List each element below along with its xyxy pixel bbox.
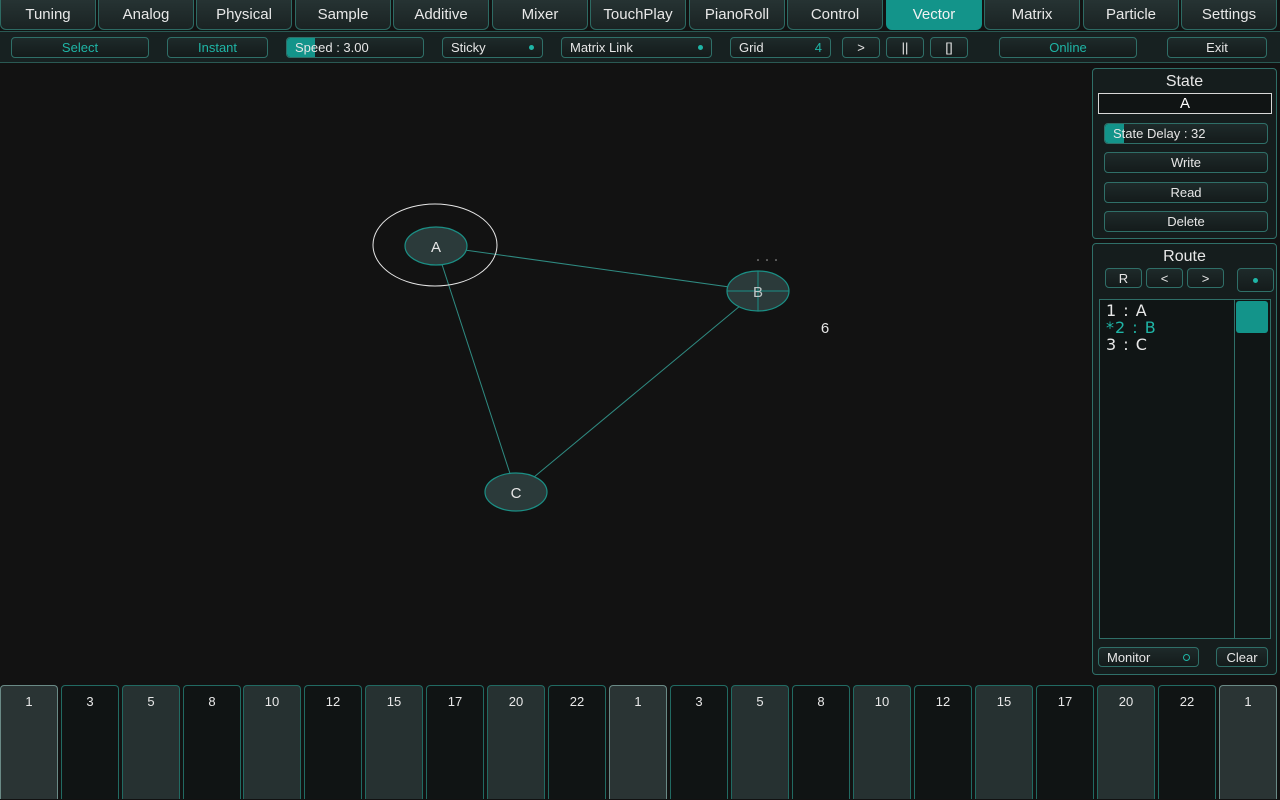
node-b-label: B [753, 284, 763, 301]
current-state-field[interactable]: A [1098, 93, 1272, 114]
route-loop-indicator-icon [1253, 278, 1258, 283]
ellipsis-icon [757, 259, 777, 261]
monitor-indicator-icon [1183, 654, 1190, 661]
sticky-indicator-icon [529, 45, 534, 50]
key[interactable]: 17 [426, 685, 484, 799]
key[interactable]: 20 [1097, 685, 1155, 799]
tab-control[interactable]: Control [787, 0, 883, 30]
key[interactable]: 5 [731, 685, 789, 799]
keyboard: 1 3 5 8 10 12 15 17 20 22 1 3 5 8 10 12 … [0, 684, 1280, 800]
read-button[interactable]: Read [1104, 182, 1268, 203]
key[interactable]: 8 [183, 685, 241, 799]
key[interactable]: 3 [61, 685, 119, 799]
mode-tab-bar: Tuning Analog Physical Sample Additive M… [0, 0, 1280, 30]
key[interactable]: 1 [0, 685, 58, 799]
write-button[interactable]: Write [1104, 152, 1268, 173]
state-delay-slider[interactable]: State Delay : 32 [1104, 123, 1268, 144]
vector-canvas[interactable]: A B C 6 [0, 64, 1090, 684]
key[interactable]: 10 [243, 685, 301, 799]
state-panel-title: State [1093, 73, 1276, 91]
tab-analog[interactable]: Analog [98, 0, 194, 30]
matrix-link-label: Matrix Link [570, 40, 633, 55]
play-button[interactable]: > [842, 37, 880, 58]
tab-particle[interactable]: Particle [1083, 0, 1179, 30]
tab-touchplay[interactable]: TouchPlay [590, 0, 686, 30]
key[interactable]: 10 [853, 685, 911, 799]
key[interactable]: 12 [304, 685, 362, 799]
key[interactable]: 15 [975, 685, 1033, 799]
matrix-link-indicator-icon [698, 45, 703, 50]
node-b[interactable]: B [727, 271, 789, 311]
edge-b-c [516, 291, 758, 492]
route-next-button[interactable]: > [1187, 268, 1224, 288]
monitor-label: Monitor [1107, 650, 1150, 665]
route-list[interactable]: 1 : A *2 : B 3 : C [1099, 299, 1271, 639]
instant-button[interactable]: Instant [167, 37, 268, 58]
key[interactable]: 1 [1219, 685, 1277, 799]
tab-mixer[interactable]: Mixer [492, 0, 588, 30]
key[interactable]: 3 [670, 685, 728, 799]
exit-button[interactable]: Exit [1167, 37, 1267, 58]
route-reset-button[interactable]: R [1105, 268, 1142, 288]
tab-physical[interactable]: Physical [196, 0, 292, 30]
toolbar: Select Instant Speed : 3.00 Sticky Matri… [0, 31, 1280, 63]
route-item[interactable]: 3 : C [1106, 335, 1148, 354]
sticky-toggle[interactable]: Sticky [442, 37, 543, 58]
delete-button[interactable]: Delete [1104, 211, 1268, 232]
matrix-link-toggle[interactable]: Matrix Link [561, 37, 712, 58]
key[interactable]: 22 [548, 685, 606, 799]
route-scrollbar[interactable] [1234, 300, 1270, 638]
speed-label: Speed : 3.00 [295, 40, 369, 55]
tab-tuning[interactable]: Tuning [0, 0, 96, 30]
online-status-button[interactable]: Online [999, 37, 1137, 58]
tab-vector[interactable]: Vector [886, 0, 982, 30]
sticky-label: Sticky [451, 40, 486, 55]
key[interactable]: 20 [487, 685, 545, 799]
clear-button[interactable]: Clear [1216, 647, 1268, 667]
route-loop-toggle[interactable] [1237, 268, 1274, 292]
tab-pianoroll[interactable]: PianoRoll [689, 0, 785, 30]
grid-label: Grid [739, 40, 764, 55]
key[interactable]: 22 [1158, 685, 1216, 799]
route-panel-title: Route [1093, 248, 1276, 266]
edge-a-c [436, 246, 516, 492]
route-panel: Route R < > 1 : A *2 : B 3 : C Monitor C… [1092, 243, 1277, 675]
grid-value: 4 [815, 40, 822, 55]
tab-sample[interactable]: Sample [295, 0, 391, 30]
route-prev-button[interactable]: < [1146, 268, 1183, 288]
tab-additive[interactable]: Additive [393, 0, 489, 30]
key[interactable]: 8 [792, 685, 850, 799]
route-scrollbar-thumb[interactable] [1236, 301, 1268, 333]
grid-stepper[interactable]: Grid 4 [730, 37, 831, 58]
select-button[interactable]: Select [11, 37, 149, 58]
tab-matrix[interactable]: Matrix [984, 0, 1080, 30]
key[interactable]: 1 [609, 685, 667, 799]
tab-settings[interactable]: Settings [1181, 0, 1277, 30]
monitor-toggle[interactable]: Monitor [1098, 647, 1199, 667]
key[interactable]: 15 [365, 685, 423, 799]
stop-button[interactable]: [] [930, 37, 968, 58]
node-a-label: A [431, 239, 441, 256]
key[interactable]: 5 [122, 685, 180, 799]
node-c[interactable]: C [485, 473, 547, 511]
node-a[interactable]: A [405, 227, 467, 265]
pause-button[interactable]: || [886, 37, 924, 58]
edge-a-b [436, 246, 758, 291]
node-c-label: C [511, 485, 522, 502]
state-delay-label: State Delay : 32 [1113, 126, 1206, 141]
speed-slider[interactable]: Speed : 3.00 [286, 37, 424, 58]
key[interactable]: 17 [1036, 685, 1094, 799]
key[interactable]: 12 [914, 685, 972, 799]
state-panel: State A State Delay : 32 Write Read Dele… [1092, 68, 1277, 239]
canvas-annotation: 6 [821, 320, 829, 337]
